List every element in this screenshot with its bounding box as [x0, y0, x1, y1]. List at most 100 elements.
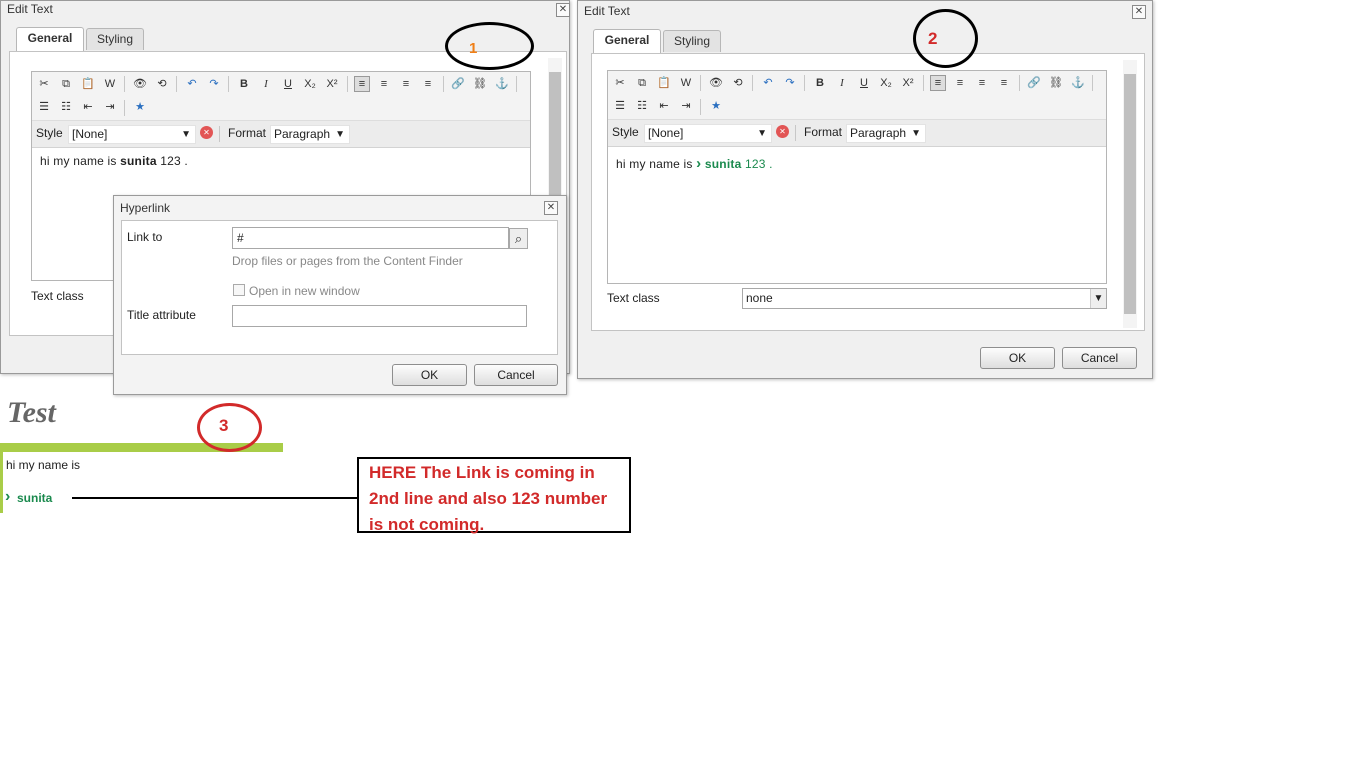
undo-icon[interactable]: ↶	[185, 77, 199, 91]
indent-icon[interactable]: ⇥	[679, 99, 693, 113]
separator	[219, 126, 220, 142]
text-class-value: none	[746, 291, 773, 305]
scrollbar-thumb[interactable]	[1124, 74, 1136, 314]
align-center-icon[interactable]: ≡	[953, 76, 967, 90]
content-link-text[interactable]: sunita	[705, 157, 742, 171]
cancel-button[interactable]: Cancel	[474, 364, 558, 386]
tab-styling[interactable]: Styling	[663, 30, 721, 52]
cut-icon[interactable]: ✂	[613, 76, 627, 90]
numbered-list-icon[interactable]: ☷	[635, 99, 649, 113]
bold-icon[interactable]: B	[813, 76, 827, 90]
paste-word-icon[interactable]: W	[103, 77, 117, 91]
tab-general[interactable]: General	[16, 27, 84, 51]
paste-icon[interactable]: 📋	[657, 76, 671, 90]
style-select[interactable]: [None] ▼	[68, 125, 196, 144]
separator	[347, 76, 348, 92]
align-left-icon[interactable]: ≡	[930, 75, 946, 91]
paste-icon[interactable]: 📋	[81, 77, 95, 91]
tab-general[interactable]: General	[593, 29, 661, 53]
annotation-circle-3	[197, 403, 262, 452]
close-icon[interactable]: ✕	[556, 3, 570, 17]
bullet-list-icon[interactable]: ☰	[37, 100, 51, 114]
undo-icon[interactable]: ↶	[761, 76, 775, 90]
align-left-icon[interactable]: ≡	[354, 76, 370, 92]
replace-icon[interactable]: ⟲	[155, 77, 169, 91]
unlink-icon[interactable]: ⛓	[473, 77, 487, 91]
find-icon[interactable]: 👁	[133, 77, 147, 91]
separator	[124, 76, 125, 92]
find-icon[interactable]: 👁	[709, 76, 723, 90]
justify-icon[interactable]: ≡	[997, 76, 1011, 90]
link-arrow-icon: ›	[696, 155, 702, 172]
cut-icon[interactable]: ✂	[37, 77, 51, 91]
format-label: Format	[804, 125, 843, 139]
italic-icon[interactable]: I	[259, 77, 273, 91]
link-icon[interactable]: 🔗	[451, 77, 465, 91]
format-select[interactable]: Paragraph ▼	[270, 125, 350, 144]
style-select[interactable]: [None] ▼	[644, 124, 772, 143]
style-label: Style	[612, 125, 639, 139]
link-to-input[interactable]: #	[232, 227, 509, 249]
tab-styling[interactable]: Styling	[86, 28, 144, 50]
special-char-icon[interactable]: ★	[133, 100, 147, 114]
separator	[752, 75, 753, 91]
title-attribute-input[interactable]	[232, 305, 527, 327]
superscript-icon[interactable]: X²	[325, 77, 339, 91]
redo-icon[interactable]: ↷	[207, 77, 221, 91]
outdent-icon[interactable]: ⇤	[657, 99, 671, 113]
unlink-icon[interactable]: ⛓	[1049, 76, 1063, 90]
underline-icon[interactable]: U	[281, 77, 295, 91]
subscript-icon[interactable]: X₂	[303, 77, 317, 91]
italic-icon[interactable]: I	[835, 76, 849, 90]
toolbar-row-1: ✂ ⧉ 📋 W 👁 ⟲ ↶ ↷ B I U X₂ X² ≡ ≡ ≡ ≡ 🔗 ⛓ …	[32, 72, 530, 96]
format-value: Paragraph	[850, 126, 907, 140]
close-icon[interactable]: ✕	[544, 201, 558, 215]
content-bold-text: sunita	[120, 154, 157, 168]
scrollbar[interactable]	[1123, 60, 1137, 328]
annotation-circle-1	[445, 22, 534, 70]
editor-content[interactable]: hi my name is sunita 123 .	[40, 154, 188, 168]
editor-content[interactable]: hi my name is › sunita 123 .	[616, 155, 773, 172]
align-center-icon[interactable]: ≡	[377, 77, 391, 91]
open-new-window-checkbox[interactable]	[233, 284, 245, 296]
underline-icon[interactable]: U	[857, 76, 871, 90]
link-arrow-icon: ›	[5, 488, 11, 505]
redo-icon[interactable]: ↷	[783, 76, 797, 90]
copy-icon[interactable]: ⧉	[635, 76, 649, 90]
text-class-select[interactable]: none ▼	[742, 288, 1107, 309]
special-char-icon[interactable]: ★	[709, 99, 723, 113]
superscript-icon[interactable]: X²	[901, 76, 915, 90]
link-icon[interactable]: 🔗	[1027, 76, 1041, 90]
copy-icon[interactable]: ⧉	[59, 77, 73, 91]
format-select[interactable]: Paragraph ▼	[846, 124, 926, 143]
bold-icon[interactable]: B	[237, 77, 251, 91]
numbered-list-icon[interactable]: ☷	[59, 100, 73, 114]
cancel-button[interactable]: Cancel	[1062, 347, 1137, 369]
hyperlink-dialog: Hyperlink ✕ Link to # ⌕ Drop files or pa…	[113, 195, 567, 395]
separator	[795, 125, 796, 141]
align-right-icon[interactable]: ≡	[975, 76, 989, 90]
outdent-icon[interactable]: ⇤	[81, 100, 95, 114]
rich-text-editor: ✂ ⧉ 📋 W 👁 ⟲ ↶ ↷ B I U X₂ X² ≡ ≡ ≡ ≡ 🔗 ⛓ …	[607, 70, 1107, 284]
clear-style-icon[interactable]: ✕	[776, 125, 789, 138]
preview-link[interactable]: sunita	[17, 491, 52, 505]
subscript-icon[interactable]: X₂	[879, 76, 893, 90]
anchor-icon[interactable]: ⚓	[495, 77, 509, 91]
search-icon[interactable]: ⌕	[509, 228, 528, 249]
separator	[1092, 75, 1093, 91]
clear-style-icon[interactable]: ✕	[200, 126, 213, 139]
scrollbar-thumb[interactable]	[549, 72, 561, 202]
separator	[700, 99, 701, 115]
anchor-icon[interactable]: ⚓	[1071, 76, 1085, 90]
replace-icon[interactable]: ⟲	[731, 76, 745, 90]
ok-button[interactable]: OK	[980, 347, 1055, 369]
separator	[228, 76, 229, 92]
close-icon[interactable]: ✕	[1132, 5, 1146, 19]
align-right-icon[interactable]: ≡	[399, 77, 413, 91]
paste-word-icon[interactable]: W	[679, 76, 693, 90]
open-new-window-label: Open in new window	[249, 284, 360, 298]
ok-button[interactable]: OK	[392, 364, 467, 386]
indent-icon[interactable]: ⇥	[103, 100, 117, 114]
bullet-list-icon[interactable]: ☰	[613, 99, 627, 113]
justify-icon[interactable]: ≡	[421, 77, 435, 91]
